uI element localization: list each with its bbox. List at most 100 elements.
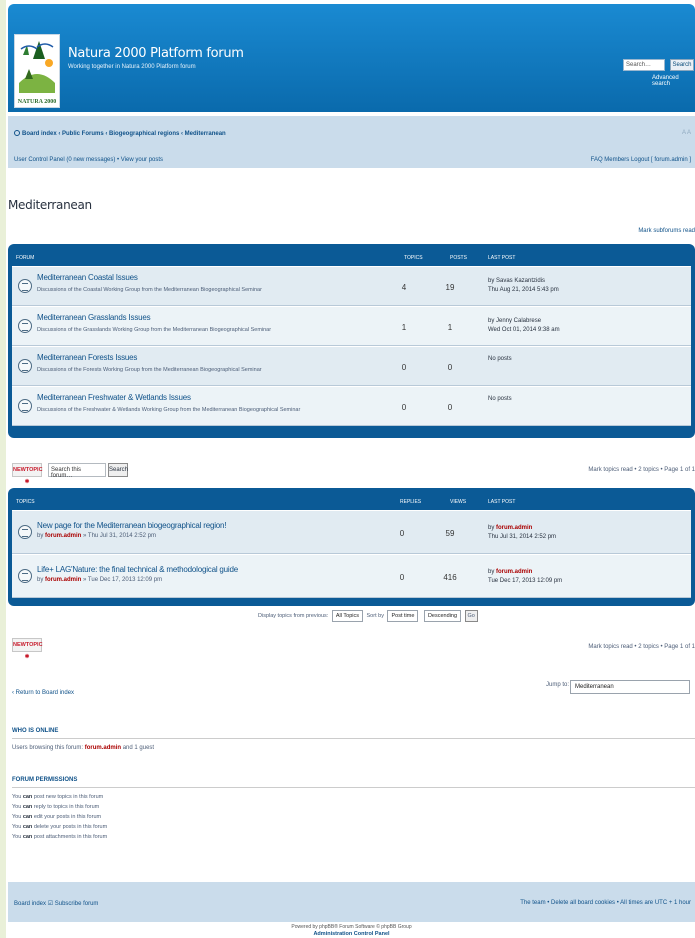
pagination-top[interactable]: Mark topics read • 2 topics • Page 1 of … bbox=[588, 467, 695, 473]
new-topic-button-bottom[interactable]: NEWTOPIC ✱ bbox=[12, 638, 43, 660]
permission-line: You can edit your posts in this forum bbox=[12, 814, 101, 820]
online-suffix: and 1 guest bbox=[122, 745, 155, 751]
who-is-online-title[interactable]: Who is online bbox=[12, 728, 58, 734]
mark-subforums-read-link[interactable]: Mark subforums read bbox=[638, 228, 695, 234]
permission-line: You can delete your posts in this forum bbox=[12, 824, 107, 830]
footer-left-links[interactable]: Board index ☑ Subscribe forum bbox=[14, 900, 98, 907]
pagination-bottom[interactable]: Mark topics read • 2 topics • Page 1 of … bbox=[588, 644, 695, 650]
perm-text: post new topics in this forum bbox=[33, 794, 104, 800]
header-search-button[interactable]: Search bbox=[670, 59, 694, 71]
forum-permissions-title: Forum permissions bbox=[12, 777, 78, 783]
topic-row[interactable]: Life+ LAG'Nature: the final technical & … bbox=[12, 554, 691, 598]
perm-text: edit your posts in this forum bbox=[33, 814, 102, 820]
return-to-board-index-link[interactable]: ‹ Return to Board index bbox=[12, 690, 74, 696]
faq-members-logout-links[interactable]: FAQ Members Logout [ forum.admin ] bbox=[591, 157, 691, 163]
forum-row[interactable]: Mediterranean Grasslands Issues Discussi… bbox=[12, 306, 691, 346]
perm-you: You bbox=[12, 834, 22, 840]
topic-list: Topics Replies Views Last post New page … bbox=[8, 488, 695, 606]
topic-by-prefix: by bbox=[37, 533, 44, 539]
no-posts-text: No posts bbox=[488, 356, 512, 362]
topic-meta: by forum.admin » Thu Jul 31, 2014 2:52 p… bbox=[37, 533, 156, 539]
topic-views-count: 59 bbox=[445, 529, 455, 538]
perm-you: You bbox=[12, 814, 22, 820]
last-post-author[interactable]: by forum.admin bbox=[488, 569, 532, 575]
online-user[interactable]: forum.admin bbox=[85, 745, 121, 751]
forum-read-icon bbox=[18, 359, 32, 373]
forum-posts-count: 1 bbox=[447, 323, 453, 332]
forum-row[interactable]: Mediterranean Forests Issues Discussions… bbox=[12, 346, 691, 386]
topic-title[interactable]: New page for the Mediterranean biogeogra… bbox=[37, 521, 227, 530]
site-header: NATURA 2000 Natura 2000 Platform forum W… bbox=[8, 4, 695, 112]
last-post-author[interactable]: by forum.admin bbox=[488, 525, 532, 531]
perm-can: can bbox=[22, 804, 33, 810]
topic-replies-count: 0 bbox=[399, 529, 405, 538]
last-post-by-prefix: by bbox=[488, 525, 495, 531]
forum-title[interactable]: Mediterranean Forests Issues bbox=[37, 353, 137, 362]
forum-description: Discussions of the Forests Working Group… bbox=[37, 367, 262, 373]
header-views: Views bbox=[450, 499, 467, 505]
days-select[interactable]: All Topics bbox=[331, 610, 363, 622]
forum-title[interactable]: Mediterranean Grasslands Issues bbox=[37, 313, 151, 322]
new-topic-button[interactable]: NEWTOPIC ✱ bbox=[12, 463, 43, 485]
sort-label: Sort by bbox=[366, 613, 384, 619]
topic-author[interactable]: forum.admin bbox=[45, 533, 81, 539]
topic-author[interactable]: forum.admin bbox=[45, 577, 81, 583]
header-topics: Topics bbox=[16, 499, 35, 505]
no-posts-text: No posts bbox=[488, 396, 512, 402]
display-label: Display topics from previous: bbox=[258, 613, 329, 619]
permission-line: You can post new topics in this forum bbox=[12, 794, 103, 800]
header-search-input[interactable]: Search… bbox=[623, 59, 665, 71]
topic-row[interactable]: New page for the Mediterranean biogeogra… bbox=[12, 510, 691, 554]
forum-read-icon bbox=[18, 279, 32, 293]
user-control-panel-links[interactable]: User Control Panel (0 new messages) • Vi… bbox=[14, 157, 163, 163]
perm-can: can bbox=[22, 794, 33, 800]
natura-logo-graphic bbox=[15, 35, 59, 97]
header-last-post: Last post bbox=[488, 255, 516, 261]
sort-direction-select[interactable]: Descending bbox=[423, 610, 461, 622]
forum-title[interactable]: Mediterranean Coastal Issues bbox=[37, 273, 138, 282]
jump-to-select[interactable]: Mediterranean bbox=[570, 680, 690, 694]
page-wrapper: NATURA 2000 Natura 2000 Platform forum W… bbox=[8, 4, 695, 938]
navbar: Board index ‹ Public Forums ‹ Biogeograp… bbox=[8, 116, 695, 168]
forum-row[interactable]: Mediterranean Freshwater & Wetlands Issu… bbox=[12, 386, 691, 426]
advanced-search-link[interactable]: Advanced search bbox=[652, 75, 695, 87]
header-last-post: Last post bbox=[488, 499, 516, 505]
topic-read-icon bbox=[18, 525, 32, 539]
perm-can: can bbox=[22, 834, 33, 840]
breadcrumb[interactable]: Board index ‹ Public Forums ‹ Biogeograp… bbox=[14, 130, 226, 137]
font-resize-icon[interactable]: A A bbox=[682, 130, 691, 136]
last-post-author-name[interactable]: forum.admin bbox=[496, 569, 532, 575]
last-post-by-prefix: by bbox=[488, 569, 495, 575]
forum-row[interactable]: Mediterranean Coastal Issues Discussions… bbox=[12, 266, 691, 306]
site-title[interactable]: Natura 2000 Platform forum bbox=[68, 46, 244, 61]
header-topics: Topics bbox=[404, 255, 423, 261]
forum-description: Discussions of the Grasslands Working Gr… bbox=[37, 327, 272, 333]
header-forum: Forum bbox=[16, 255, 35, 261]
perm-you: You bbox=[12, 824, 22, 830]
display-go-button[interactable]: Go bbox=[464, 610, 478, 622]
perm-can: can bbox=[22, 824, 33, 830]
admin-control-panel-link[interactable]: Administration Control Panel bbox=[8, 931, 695, 937]
search-forum-button[interactable]: Search bbox=[108, 463, 128, 477]
last-post-author[interactable]: by Savas Kazantzidis bbox=[488, 278, 545, 284]
forum-title[interactable]: Mediterranean Freshwater & Wetlands Issu… bbox=[37, 393, 191, 402]
topic-title[interactable]: Life+ LAG'Nature: the final technical & … bbox=[37, 565, 238, 574]
breadcrumb-text[interactable]: Board index ‹ Public Forums ‹ Biogeograp… bbox=[22, 131, 226, 137]
last-post-author-name[interactable]: forum.admin bbox=[496, 525, 532, 531]
last-post-date: Tue Dec 17, 2013 12:09 pm bbox=[488, 578, 563, 584]
left-background-stripe bbox=[0, 0, 6, 938]
online-prefix: Users browsing this forum: bbox=[12, 745, 84, 751]
search-forum-input[interactable]: Search this forum… bbox=[48, 463, 106, 479]
last-post-author[interactable]: by Jenny Calabrese bbox=[488, 318, 541, 324]
sort-key-select[interactable]: Post time bbox=[387, 610, 419, 622]
footer-right-links[interactable]: The team • Delete all board cookies • Al… bbox=[520, 900, 691, 906]
last-post-date: Thu Aug 21, 2014 5:43 pm bbox=[488, 287, 559, 293]
header-posts: Posts bbox=[450, 255, 467, 261]
permission-line: You can post attachments in this forum bbox=[12, 834, 107, 840]
section-divider bbox=[12, 787, 695, 788]
page-title[interactable]: Mediterranean bbox=[8, 198, 92, 212]
natura-logo[interactable]: NATURA 2000 bbox=[14, 34, 60, 108]
display-options: Display topics from previous: All Topics… bbox=[258, 610, 478, 624]
perm-can: can bbox=[22, 814, 33, 820]
forum-read-icon bbox=[18, 399, 32, 413]
